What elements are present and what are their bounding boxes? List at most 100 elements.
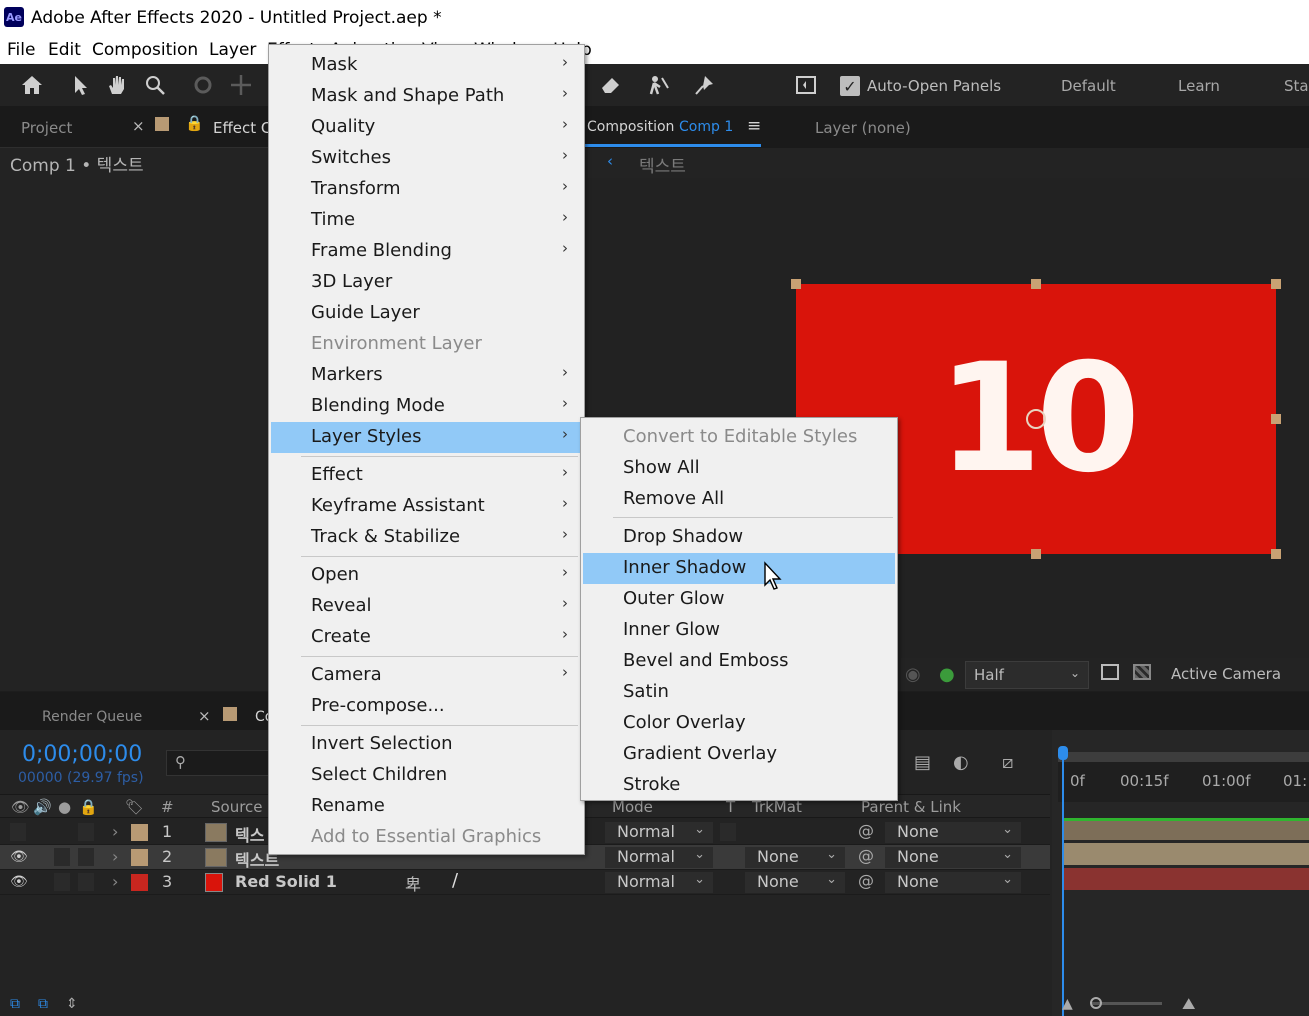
menu-item-layer-styles[interactable]: Layer Styles › bbox=[271, 422, 582, 453]
anchor-point-icon[interactable] bbox=[1026, 409, 1046, 429]
menu-item-quality[interactable]: Quality › bbox=[271, 112, 582, 143]
menu-item-inner-glow[interactable]: Inner Glow bbox=[583, 615, 895, 646]
menu-item-keyframe-assistant[interactable]: Keyframe Assistant › bbox=[271, 491, 582, 522]
menu-item-drop-shadow[interactable]: Drop Shadow bbox=[583, 522, 895, 553]
comp-flowchart-icon[interactable]: ⧉ bbox=[10, 996, 20, 1012]
video-switch[interactable] bbox=[10, 823, 26, 841]
transform-handle[interactable] bbox=[1271, 414, 1281, 424]
motion-blur-icon[interactable]: ◉ bbox=[905, 664, 921, 685]
in-out-toggle-icon[interactable]: ⇕ bbox=[66, 996, 78, 1012]
transform-handle[interactable] bbox=[1031, 549, 1041, 559]
zoom-out-icon[interactable]: ▲ bbox=[1062, 996, 1073, 1012]
close-icon[interactable]: × bbox=[132, 117, 145, 135]
menu-item-reveal[interactable]: Reveal › bbox=[271, 591, 582, 622]
rotation-tool-icon[interactable] bbox=[190, 72, 216, 98]
layer-name[interactable]: Red Solid 1 bbox=[235, 872, 337, 891]
eraser-tool-icon[interactable] bbox=[597, 72, 623, 98]
graph-editor-icon[interactable]: ⧄ bbox=[1002, 752, 1013, 773]
layer-row[interactable]: 👁 › 3 Red Solid 1 卑 / Normal ⌄ None ⌄ @ No… bbox=[0, 870, 1050, 895]
auto-open-panels-checkbox[interactable]: ✓ bbox=[840, 76, 860, 96]
layer-name[interactable]: 텍스 bbox=[235, 822, 264, 846]
menu-item-pre-compose[interactable]: Pre-compose... bbox=[271, 691, 582, 722]
transform-handle[interactable] bbox=[791, 279, 801, 289]
hand-tool-icon[interactable] bbox=[104, 72, 130, 98]
transparency-grid-icon[interactable] bbox=[1133, 664, 1151, 680]
layer-duration-bar[interactable] bbox=[1064, 818, 1309, 840]
menu-item-guide-layer[interactable]: Guide Layer bbox=[271, 298, 582, 329]
close-icon[interactable]: × bbox=[198, 707, 211, 725]
region-of-interest-icon[interactable] bbox=[1101, 664, 1119, 680]
eye-icon[interactable]: 👁 bbox=[10, 849, 28, 865]
pickwhip-icon[interactable]: @ bbox=[858, 871, 874, 890]
layer-duration-bar[interactable] bbox=[1064, 843, 1309, 865]
menu-item-remove-all[interactable]: Remove All bbox=[583, 484, 895, 515]
menu-item-effect[interactable]: Effect › bbox=[271, 460, 582, 491]
timeline-track-area[interactable]: 0f 00:15f 01:00f 01: bbox=[1052, 730, 1309, 1016]
menu-item-create[interactable]: Create › bbox=[271, 622, 582, 653]
tab-composition-label[interactable]: Composition bbox=[587, 119, 674, 135]
menu-item-satin[interactable]: Satin bbox=[583, 677, 895, 708]
tab-project[interactable]: Project bbox=[21, 119, 72, 137]
menu-item-environment-layer[interactable]: Environment Layer bbox=[271, 329, 582, 360]
menu-item-mask[interactable]: Mask › bbox=[271, 50, 582, 81]
roto-brush-tool-icon[interactable] bbox=[645, 72, 671, 98]
panel-menu-icon[interactable]: ≡ bbox=[747, 116, 761, 136]
menu-file[interactable]: File bbox=[7, 40, 35, 60]
comp-breadcrumb[interactable]: 텍스트 bbox=[639, 152, 686, 177]
pickwhip-icon[interactable]: @ bbox=[858, 846, 874, 865]
zoom-in-icon[interactable]: ⛰ bbox=[1182, 994, 1195, 1014]
menu-item-bevel-emboss[interactable]: Bevel and Emboss bbox=[583, 646, 895, 677]
zoom-slider-knob[interactable] bbox=[1090, 997, 1102, 1009]
menu-item-transform[interactable]: Transform › bbox=[271, 174, 582, 205]
pan-behind-tool-icon[interactable] bbox=[228, 72, 254, 98]
panel-layout-icon[interactable] bbox=[793, 72, 819, 98]
zoom-slider[interactable] bbox=[1092, 1002, 1162, 1005]
menu-item-frame-blending[interactable]: Frame Blending › bbox=[271, 236, 582, 267]
menu-item-time[interactable]: Time › bbox=[271, 205, 582, 236]
expand-arrow-icon[interactable]: › bbox=[112, 847, 118, 866]
pickwhip-icon[interactable]: @ bbox=[858, 821, 874, 840]
expand-arrow-icon[interactable]: › bbox=[112, 872, 118, 891]
time-ruler[interactable]: 0f 00:15f 01:00f 01: bbox=[1058, 752, 1309, 802]
selection-tool-icon[interactable] bbox=[68, 72, 94, 98]
lock-switch[interactable] bbox=[78, 873, 94, 891]
transform-handle[interactable] bbox=[1271, 549, 1281, 559]
transform-handle[interactable] bbox=[1031, 279, 1041, 289]
menu-item-stroke[interactable]: Stroke bbox=[583, 770, 895, 801]
menu-item-outer-glow[interactable]: Outer Glow bbox=[583, 584, 895, 615]
work-area-bar[interactable] bbox=[1058, 752, 1309, 762]
menu-item-switches[interactable]: Switches › bbox=[271, 143, 582, 174]
breadcrumb-back-icon[interactable]: ‹ bbox=[607, 152, 613, 170]
menu-item-blending-mode[interactable]: Blending Mode › bbox=[271, 391, 582, 422]
solo-switch[interactable] bbox=[54, 873, 70, 891]
layer-label-color[interactable] bbox=[131, 874, 148, 891]
transform-handle[interactable] bbox=[1271, 279, 1281, 289]
menu-item-convert-editable-styles[interactable]: Convert to Editable Styles bbox=[583, 422, 895, 453]
menu-item-open[interactable]: Open › bbox=[271, 560, 582, 591]
home-icon[interactable] bbox=[19, 72, 45, 98]
current-time-indicator[interactable] bbox=[1062, 750, 1064, 1016]
lock-switch[interactable] bbox=[78, 848, 94, 866]
layer-label-color[interactable] bbox=[131, 849, 148, 866]
menu-item-rename[interactable]: Rename bbox=[271, 791, 582, 822]
lock-switch[interactable] bbox=[78, 823, 94, 841]
menu-item-markers[interactable]: Markers › bbox=[271, 360, 582, 391]
tab-composition-comp1[interactable]: Comp 1 bbox=[679, 119, 733, 135]
menu-item-color-overlay[interactable]: Color Overlay bbox=[583, 708, 895, 739]
source-name-header[interactable]: Source bbox=[211, 798, 263, 816]
menu-item-mask-shape-path[interactable]: Mask and Shape Path › bbox=[271, 81, 582, 112]
current-time-display[interactable]: 0;00;00;00 bbox=[22, 742, 142, 767]
track-matte-dropdown[interactable]: None ⌄ bbox=[745, 847, 845, 868]
parent-dropdown[interactable]: None ⌄ bbox=[885, 872, 1021, 893]
menu-edit[interactable]: Edit bbox=[48, 40, 81, 60]
layer-label-color[interactable] bbox=[131, 824, 148, 841]
menu-composition[interactable]: Composition bbox=[92, 40, 198, 60]
color-channels-icon[interactable]: ● bbox=[939, 664, 955, 685]
layer-duration-bar[interactable] bbox=[1064, 868, 1309, 890]
blend-mode-dropdown[interactable]: Normal ⌄ bbox=[605, 872, 713, 893]
shy-switch-icon[interactable]: 卑 bbox=[405, 871, 421, 895]
eye-icon[interactable]: 👁 bbox=[10, 874, 28, 890]
menu-item-invert-selection[interactable]: Invert Selection bbox=[271, 729, 582, 760]
menu-item-3d-layer[interactable]: 3D Layer bbox=[271, 267, 582, 298]
menu-item-select-children[interactable]: Select Children bbox=[271, 760, 582, 791]
